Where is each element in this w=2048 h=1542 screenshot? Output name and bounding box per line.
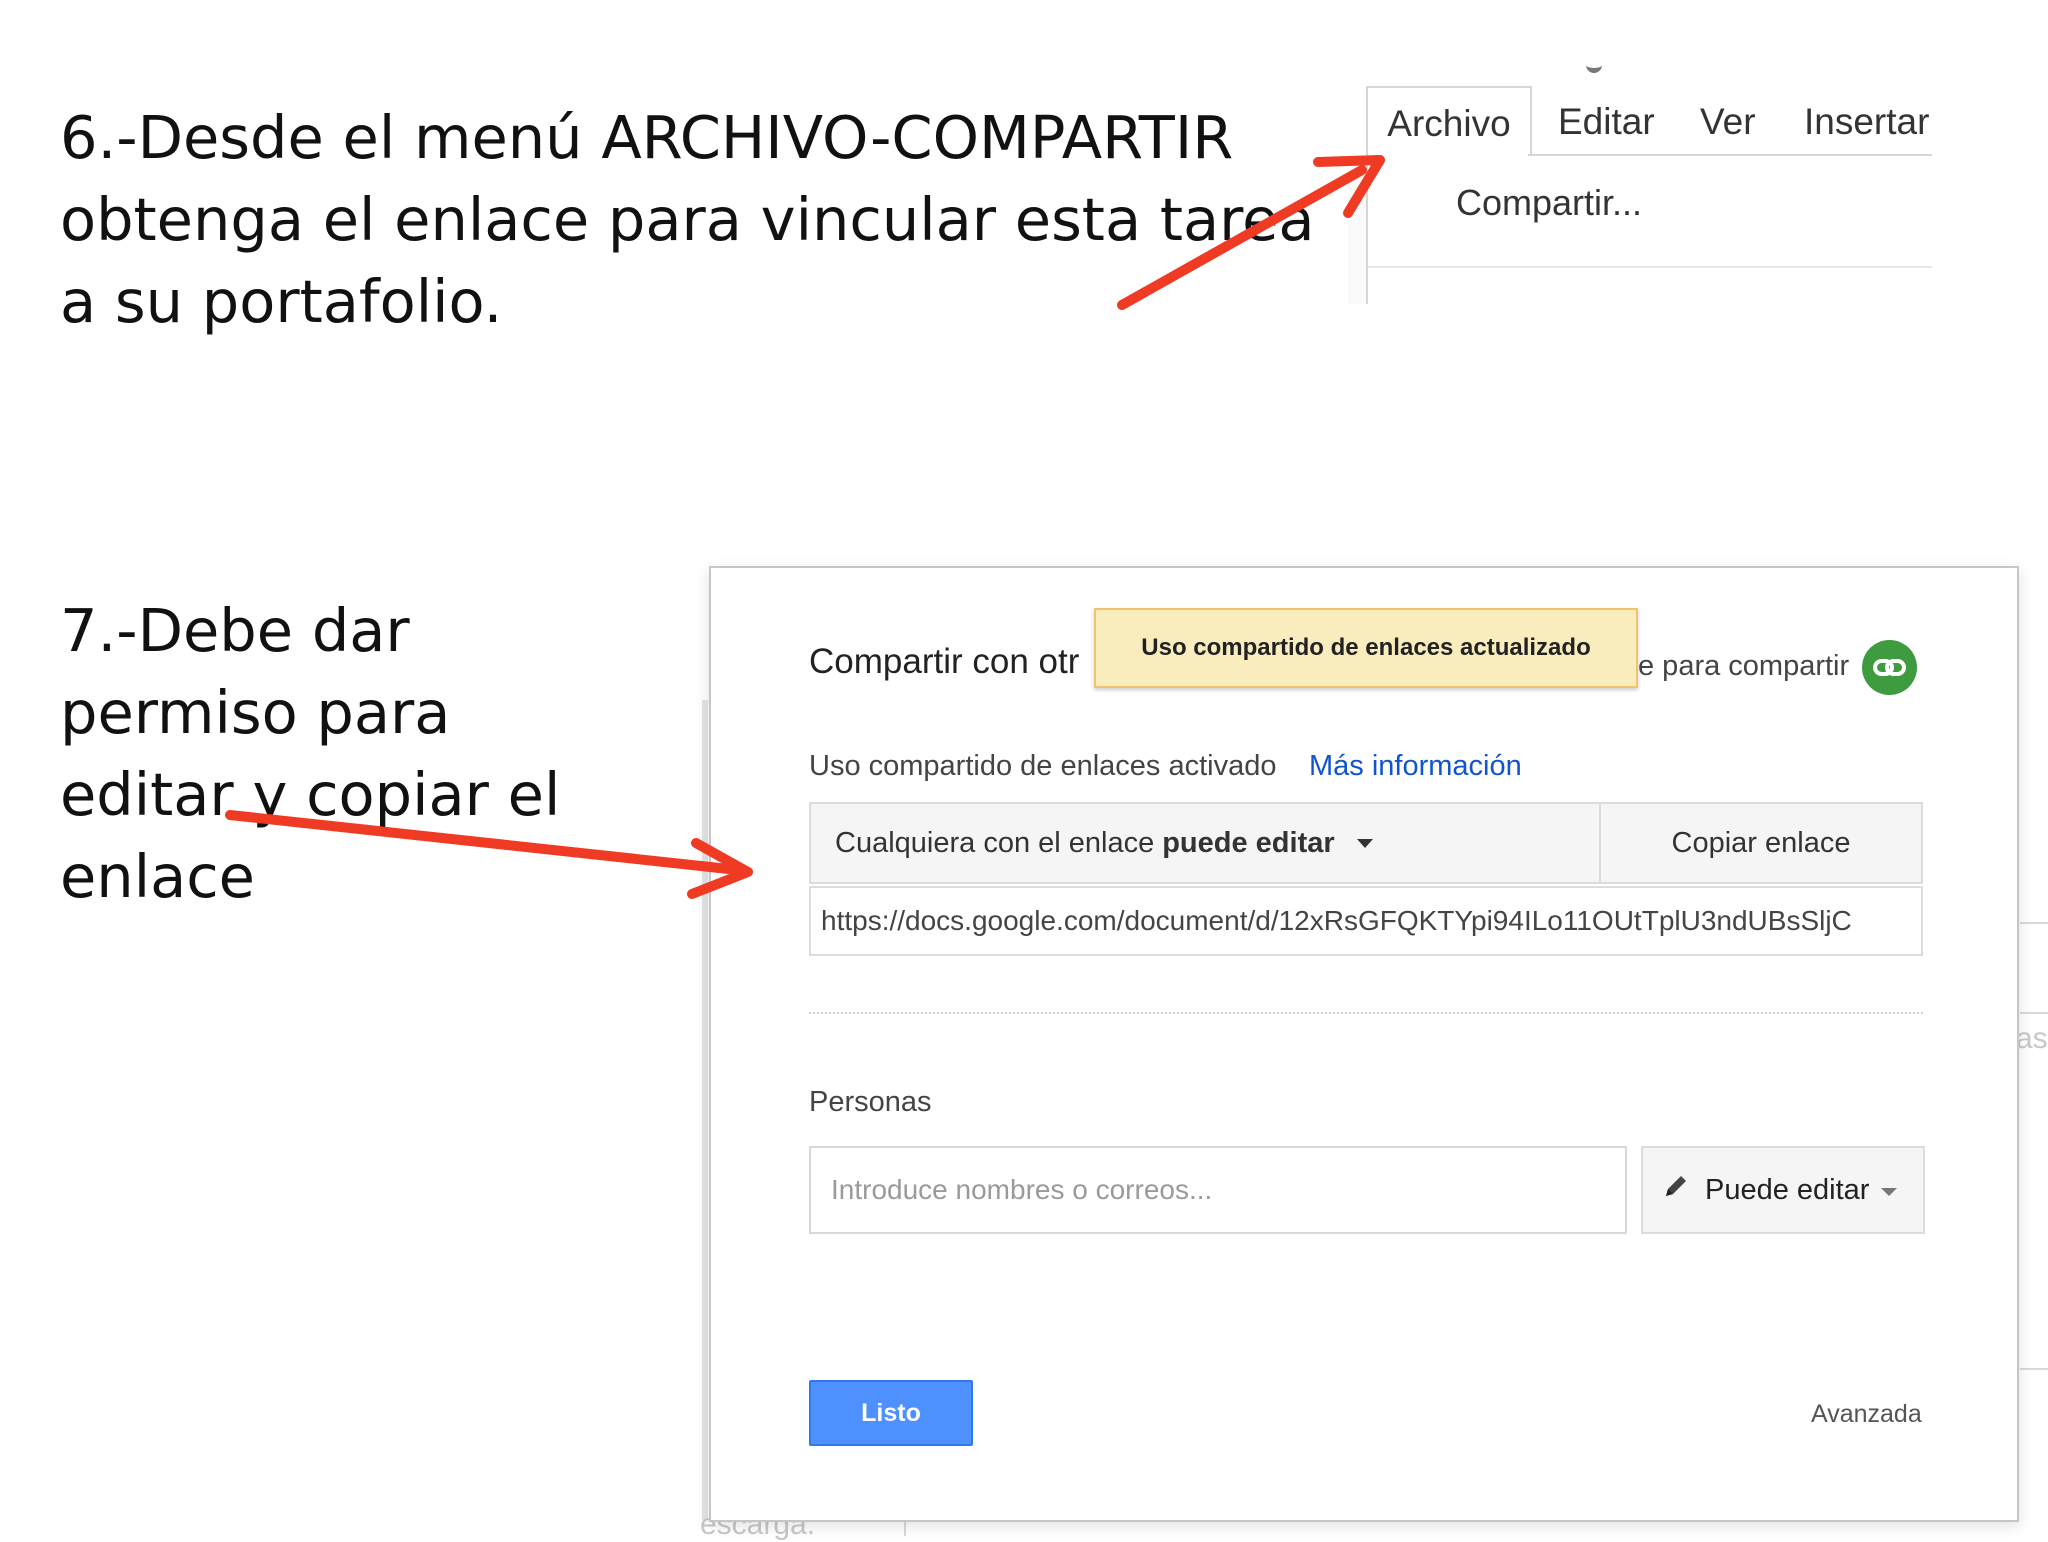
annotation-arrows: [225, 155, 1385, 899]
arrow-to-archivo-menu: [1117, 155, 1385, 310]
arrow-to-share-dialog: [225, 810, 753, 899]
